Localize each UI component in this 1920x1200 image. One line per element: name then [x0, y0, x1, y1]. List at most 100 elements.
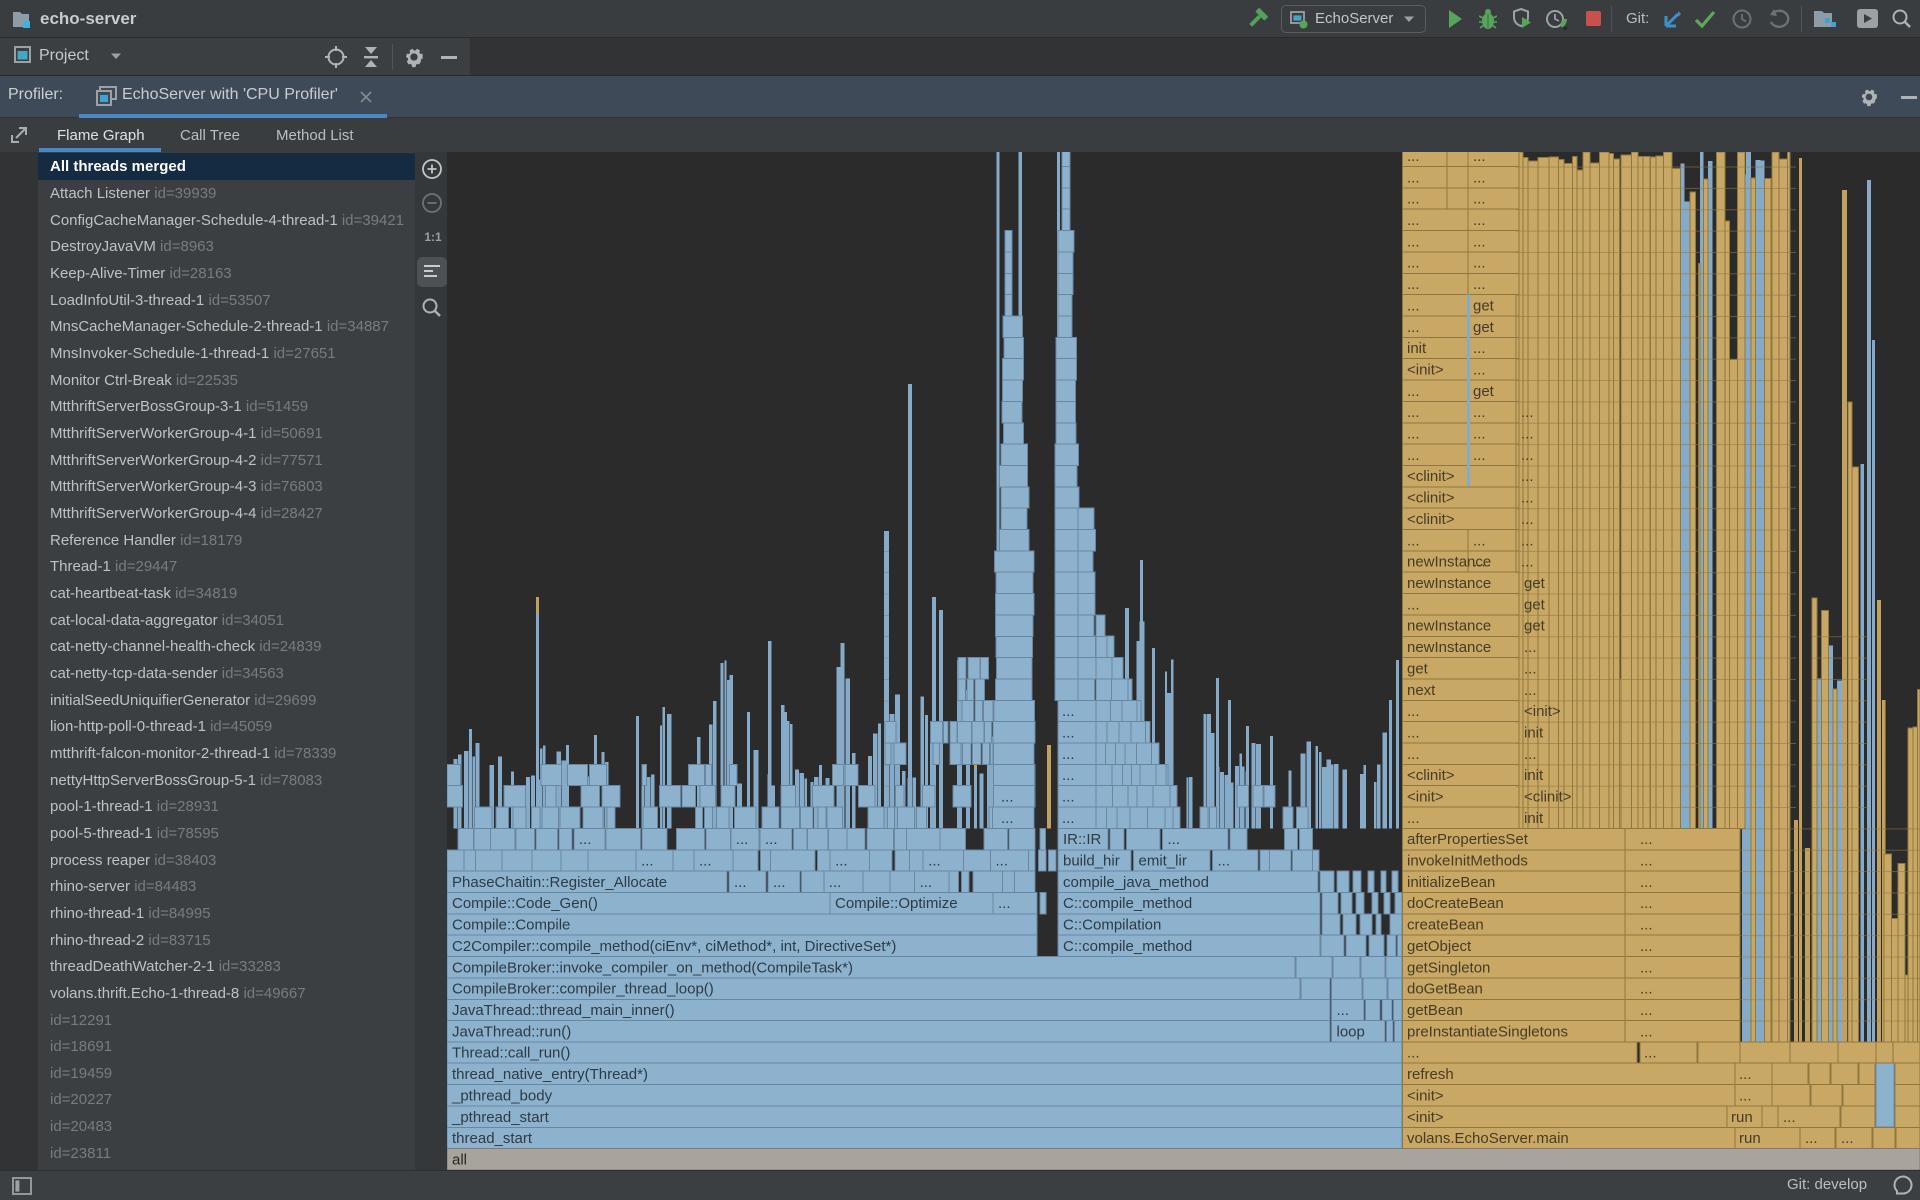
- svg-text:...: ...: [1062, 767, 1075, 784]
- svg-text:...: ...: [1473, 276, 1486, 293]
- svg-text:...: ...: [641, 853, 654, 870]
- svg-text:...: ...: [829, 874, 842, 891]
- svg-text:...: ...: [1640, 831, 1653, 848]
- svg-text:C::compile_method: C::compile_method: [1063, 938, 1192, 955]
- svg-text:...: ...: [1524, 639, 1537, 656]
- svg-text:get: get: [1407, 660, 1429, 677]
- svg-text:Compile::Code_Gen(): Compile::Code_Gen(): [452, 895, 598, 912]
- svg-text:getBean: getBean: [1407, 1002, 1463, 1019]
- svg-text:get: get: [1473, 297, 1495, 314]
- svg-text:volans.EchoServer.main: volans.EchoServer.main: [1407, 1130, 1569, 1147]
- svg-text:...: ...: [1168, 831, 1181, 848]
- svg-text:doCreateBean: doCreateBean: [1407, 895, 1504, 912]
- svg-text:...: ...: [1062, 703, 1075, 720]
- svg-text:...: ...: [1805, 1130, 1818, 1147]
- svg-text:...: ...: [1473, 191, 1486, 208]
- svg-text:...: ...: [1521, 426, 1534, 443]
- svg-text:...: ...: [1407, 447, 1420, 464]
- svg-text:...: ...: [1739, 1087, 1752, 1104]
- svg-text:get: get: [1473, 383, 1495, 400]
- svg-text:...: ...: [920, 874, 933, 891]
- svg-text:...: ...: [1407, 255, 1420, 272]
- svg-text:...: ...: [1407, 233, 1420, 250]
- svg-text:doGetBean: doGetBean: [1407, 981, 1483, 998]
- svg-text:...: ...: [1407, 596, 1420, 613]
- svg-text:<clinit>: <clinit>: [1407, 468, 1455, 485]
- svg-text:_pthread_body: _pthread_body: [451, 1087, 553, 1104]
- svg-text:...: ...: [1407, 212, 1420, 229]
- svg-text:<clinit>: <clinit>: [1407, 511, 1455, 528]
- svg-text:...: ...: [1407, 404, 1420, 421]
- svg-text:preInstantiateSingletons: preInstantiateSingletons: [1407, 1023, 1568, 1040]
- svg-text:C2Compiler::compile_method(ciE: C2Compiler::compile_method(ciEnv*, ciMet…: [452, 938, 896, 955]
- svg-text:get: get: [1473, 319, 1495, 336]
- svg-text:...: ...: [1473, 169, 1486, 186]
- svg-text:emit_lir: emit_lir: [1139, 853, 1187, 870]
- svg-text:...: ...: [1521, 532, 1534, 549]
- svg-text:Thread::call_run(): Thread::call_run(): [452, 1045, 570, 1062]
- svg-text:JavaThread::run(): JavaThread::run(): [452, 1023, 571, 1040]
- svg-text:...: ...: [1407, 152, 1420, 165]
- svg-text:...: ...: [1640, 959, 1653, 976]
- svg-text:build_hir: build_hir: [1063, 853, 1120, 870]
- svg-text:...: ...: [1521, 554, 1534, 571]
- svg-text:...: ...: [1407, 191, 1420, 208]
- svg-text:...: ...: [1062, 746, 1075, 763]
- svg-text:...: ...: [1062, 724, 1075, 741]
- svg-text:...: ...: [1407, 169, 1420, 186]
- svg-text:...: ...: [1473, 532, 1486, 549]
- svg-text:thread_native_entry(Thread*): thread_native_entry(Thread*): [452, 1066, 648, 1083]
- svg-text:...: ...: [1062, 789, 1075, 806]
- svg-text:...: ...: [1473, 447, 1486, 464]
- svg-text:...: ...: [1841, 1130, 1854, 1147]
- svg-text:...: ...: [1473, 404, 1486, 421]
- svg-text:...: ...: [996, 853, 1009, 870]
- svg-text:...: ...: [765, 831, 778, 848]
- svg-text:...: ...: [1001, 789, 1014, 806]
- svg-text:...: ...: [1521, 404, 1534, 421]
- svg-text:...: ...: [1407, 297, 1420, 314]
- svg-text:newInstance: newInstance: [1407, 575, 1491, 592]
- svg-text:init: init: [1524, 724, 1544, 741]
- svg-text:...: ...: [1640, 981, 1653, 998]
- svg-text:run: run: [1731, 1109, 1753, 1126]
- svg-text:...: ...: [1407, 319, 1420, 336]
- svg-text:newInstance: newInstance: [1407, 618, 1491, 635]
- svg-text:...: ...: [1783, 1109, 1796, 1126]
- svg-text:CompileBroker::invoke_compiler: CompileBroker::invoke_compiler_on_method…: [452, 959, 853, 976]
- svg-text:...: ...: [1640, 1023, 1653, 1040]
- svg-text:...: ...: [579, 831, 592, 848]
- svg-text:...: ...: [1473, 362, 1486, 379]
- svg-text:...: ...: [1640, 917, 1653, 934]
- svg-text:...: ...: [1473, 152, 1486, 165]
- svg-text:init: init: [1407, 340, 1427, 357]
- svg-text:...: ...: [1218, 853, 1231, 870]
- svg-text:initializeBean: initializeBean: [1407, 874, 1495, 891]
- svg-text:...: ...: [1521, 447, 1534, 464]
- svg-text:Compile::Optimize: Compile::Optimize: [835, 895, 958, 912]
- svg-text:getSingleton: getSingleton: [1407, 959, 1490, 976]
- svg-text:compile_java_method: compile_java_method: [1063, 874, 1209, 891]
- svg-text:get: get: [1524, 596, 1546, 613]
- svg-text:init: init: [1524, 767, 1544, 784]
- svg-text:...: ...: [1521, 511, 1534, 528]
- svg-text:...: ...: [736, 831, 749, 848]
- svg-text:Compile::Compile: Compile::Compile: [452, 917, 570, 934]
- svg-text:<clinit>: <clinit>: [1407, 490, 1455, 507]
- svg-text:PhaseChaitin::Register_Allocat: PhaseChaitin::Register_Allocate: [452, 874, 667, 891]
- svg-text:...: ...: [1062, 810, 1075, 827]
- svg-text:...: ...: [1473, 212, 1486, 229]
- svg-text:<init>: <init>: [1407, 1109, 1444, 1126]
- svg-text:C::compile_method: C::compile_method: [1063, 895, 1192, 912]
- svg-text:...: ...: [1640, 1002, 1653, 1019]
- svg-text:...: ...: [1739, 1066, 1752, 1083]
- svg-text:...: ...: [1473, 426, 1486, 443]
- svg-text:...: ...: [1524, 746, 1537, 763]
- svg-text:get: get: [1524, 618, 1546, 635]
- svg-text:...: ...: [1640, 895, 1653, 912]
- svg-text:thread_start: thread_start: [452, 1130, 533, 1147]
- svg-text:afterPropertiesSet: afterPropertiesSet: [1407, 831, 1529, 848]
- svg-text:...: ...: [1473, 255, 1486, 272]
- svg-text:...: ...: [1001, 810, 1014, 827]
- svg-text:...: ...: [1521, 468, 1534, 485]
